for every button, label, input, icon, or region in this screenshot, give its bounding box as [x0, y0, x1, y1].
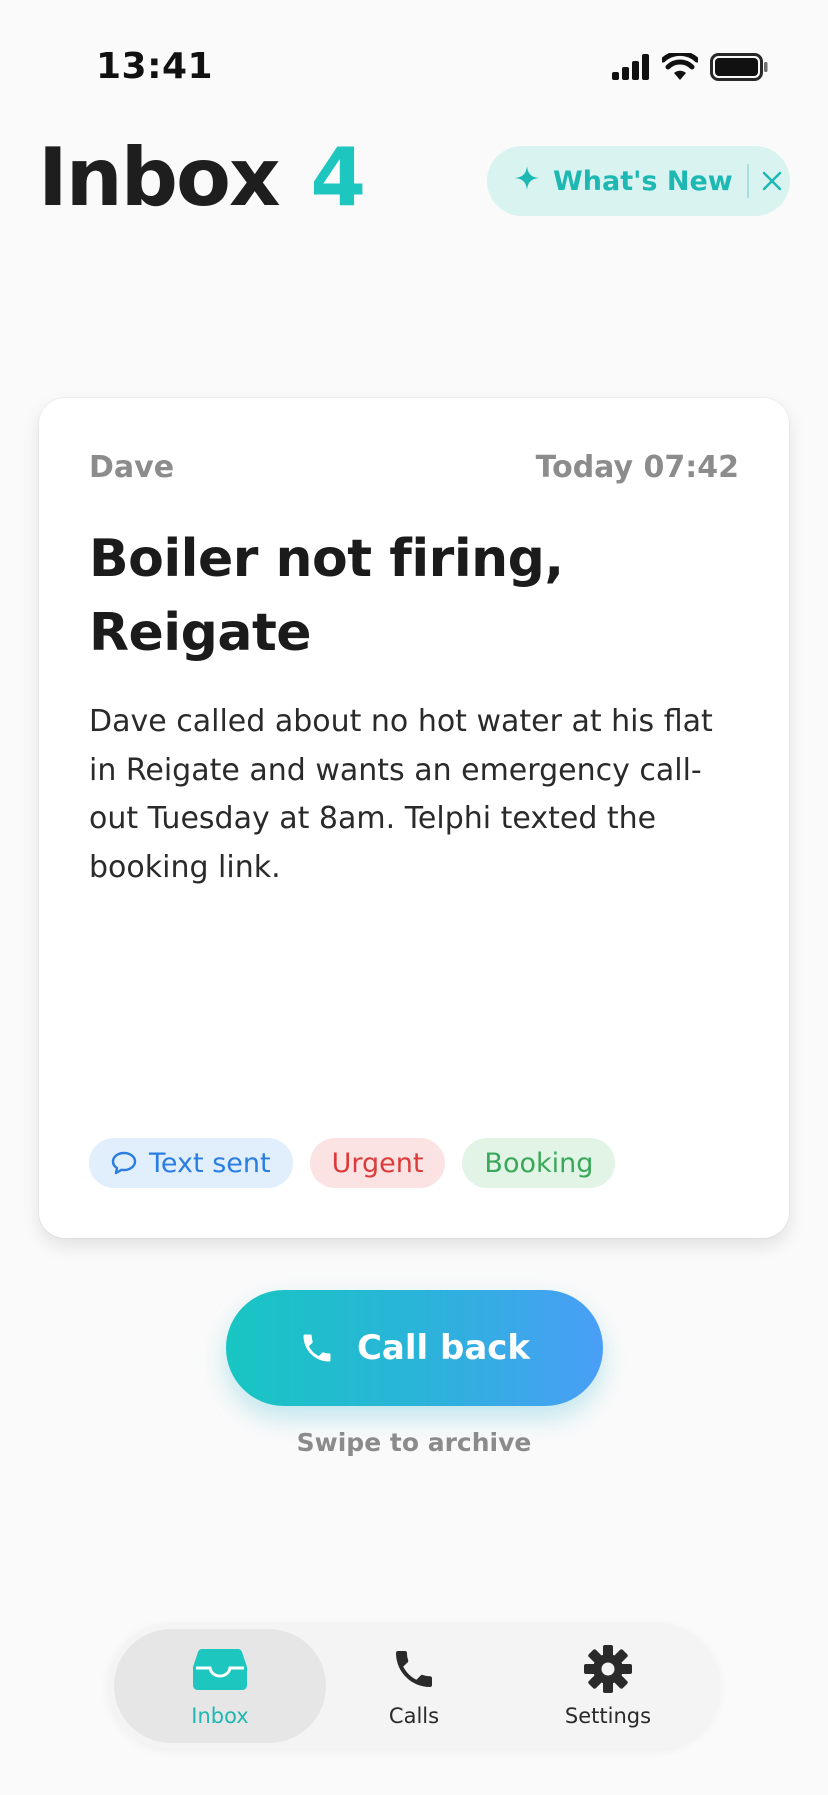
- sparkle-icon: [515, 165, 539, 197]
- whats-new-label: What's New: [553, 165, 733, 197]
- close-icon[interactable]: [761, 170, 783, 192]
- tag-label: Booking: [484, 1147, 594, 1179]
- status-time: 13:41: [96, 46, 214, 87]
- tag-text-sent: Text sent: [89, 1138, 293, 1188]
- call-back-button[interactable]: Call back: [226, 1290, 603, 1406]
- page-title: Inbox 4: [38, 138, 366, 218]
- tag-list: Text sent Urgent Booking: [89, 1138, 616, 1188]
- gear-icon: [583, 1644, 633, 1694]
- phone-icon: [390, 1644, 438, 1694]
- phone-icon: [299, 1330, 335, 1366]
- swipe-hint: Swipe to archive: [296, 1428, 532, 1457]
- tag-urgent: Urgent: [309, 1138, 446, 1188]
- call-back-label: Call back: [356, 1328, 531, 1368]
- card-meta: Dave Today 07:42: [89, 450, 739, 485]
- tab-settings[interactable]: Settings: [502, 1629, 714, 1743]
- inbox-icon: [192, 1644, 248, 1694]
- tab-label: Inbox: [191, 1704, 249, 1728]
- cellular-signal-icon: [612, 54, 650, 84]
- card-title: Boiler not firing, Reigate: [89, 529, 564, 663]
- tab-label: Settings: [564, 1704, 652, 1728]
- whats-new-pill[interactable]: What's New: [487, 146, 790, 216]
- inbox-count: 4: [310, 131, 366, 224]
- caller-name: Dave: [89, 450, 175, 485]
- tab-calls[interactable]: Calls: [308, 1629, 520, 1743]
- card-summary: Dave called about no hot water at his fl…: [89, 704, 713, 885]
- tab-inbox[interactable]: Inbox: [114, 1629, 326, 1743]
- call-timestamp: Today 07:42: [535, 450, 739, 485]
- chat-bubble-icon: [111, 1151, 137, 1175]
- status-icons: [612, 50, 768, 86]
- battery-icon: [710, 53, 768, 85]
- whats-new-divider: [746, 164, 749, 198]
- wifi-icon: [660, 50, 700, 85]
- tab-label: Calls: [388, 1704, 440, 1728]
- tag-label: Urgent: [331, 1147, 424, 1179]
- tab-bar: Inbox Calls Settings: [108, 1623, 720, 1749]
- message-card[interactable]: Dave Today 07:42 Boiler not firing, Reig…: [39, 398, 789, 1238]
- page-title-text: Inbox: [38, 131, 281, 224]
- tag-booking: Booking: [462, 1138, 616, 1188]
- tag-label: Text sent: [149, 1147, 271, 1179]
